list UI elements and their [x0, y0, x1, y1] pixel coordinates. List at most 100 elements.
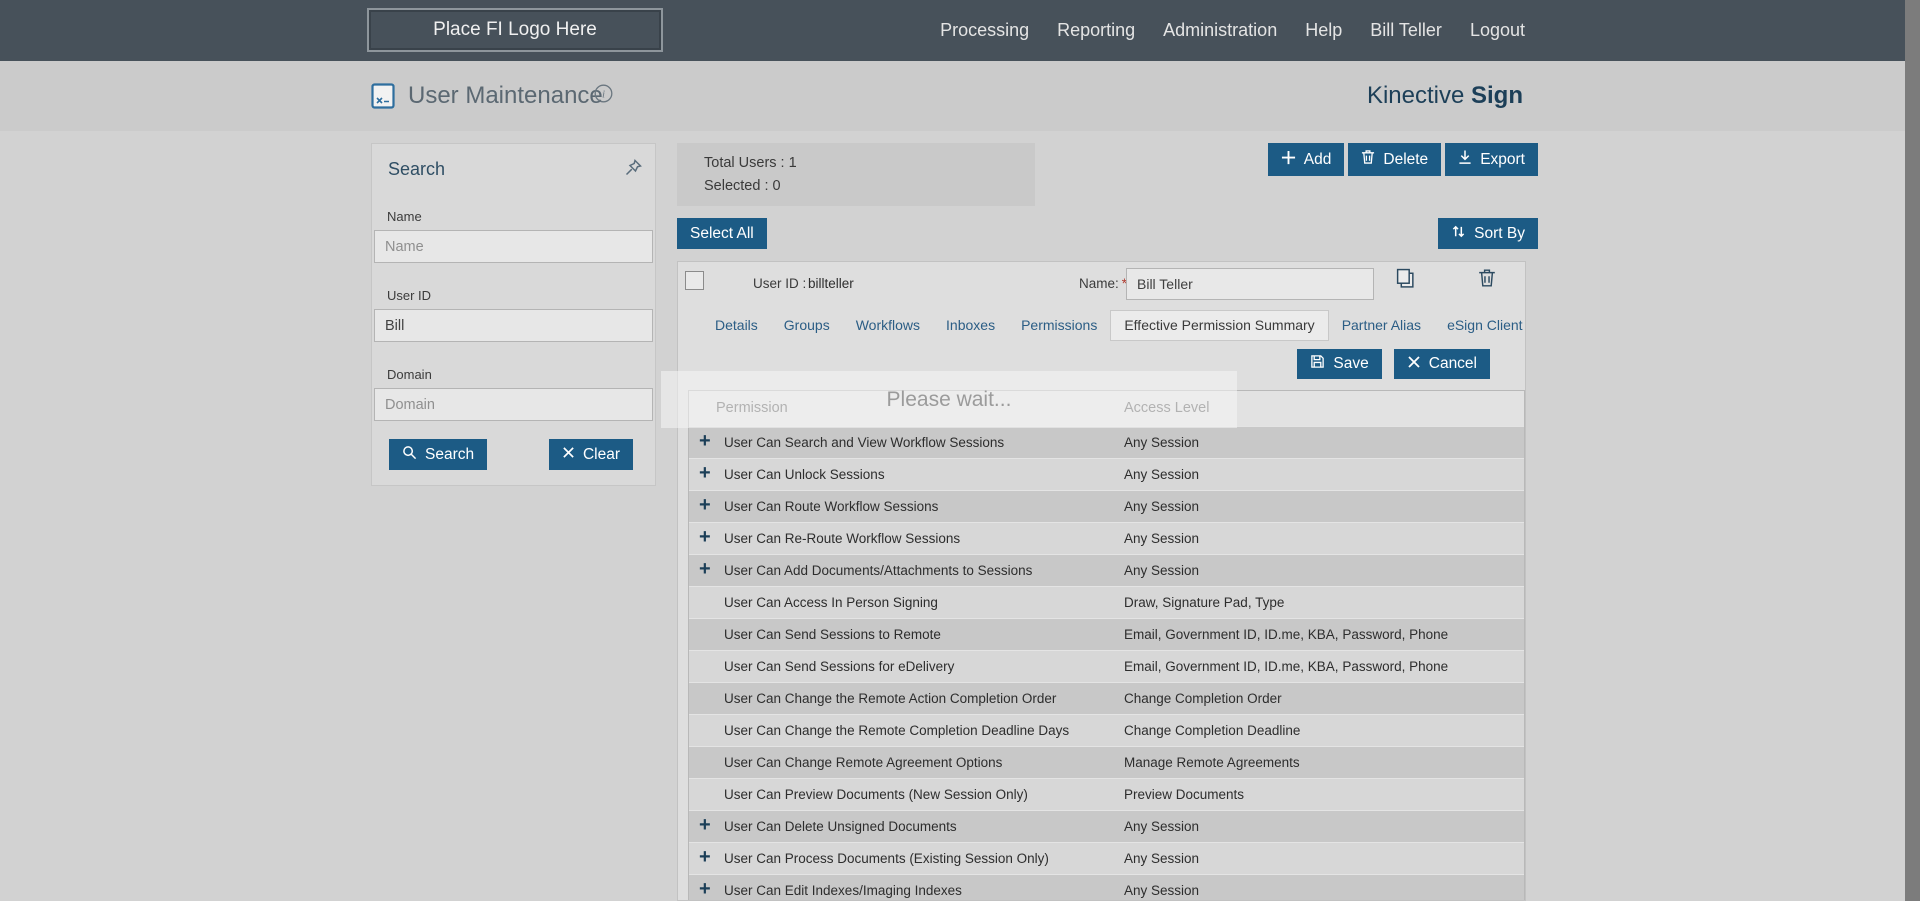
- trash-icon: [1478, 269, 1496, 291]
- save-button[interactable]: Save: [1297, 349, 1382, 379]
- download-icon: [1458, 149, 1472, 170]
- user-row: User ID : billteller Name: *: [678, 262, 1525, 310]
- access-level-cell: Any Session: [1124, 435, 1200, 450]
- nav-item-administration[interactable]: Administration: [1163, 20, 1277, 41]
- nav-item-processing[interactable]: Processing: [940, 20, 1029, 41]
- expand-icon[interactable]: +: [699, 526, 711, 549]
- summary-box: Total Users : 1 Selected : 0: [677, 143, 1035, 206]
- nav-item-logout[interactable]: Logout: [1470, 20, 1525, 41]
- access-level-cell: Change Completion Order: [1124, 691, 1282, 706]
- tab-details[interactable]: Details: [702, 310, 771, 341]
- tab-bar: Details Groups Workflows Inboxes Permissions…: [678, 310, 1525, 341]
- sort-icon: [1451, 224, 1466, 244]
- table-row[interactable]: User Can Access In Person Signing Draw, S…: [689, 586, 1524, 618]
- user-id-field-label: User ID :: [753, 276, 807, 291]
- table-row[interactable]: User Can Send Sessions for eDelivery Emai…: [689, 650, 1524, 682]
- table-row[interactable]: User Can Change the Remote Action Comple…: [689, 682, 1524, 714]
- search-icon: [402, 445, 417, 465]
- copy-user-button[interactable]: [1396, 268, 1415, 292]
- permission-cell: User Can Change the Remote Completion De…: [724, 723, 1070, 738]
- tab-workflows[interactable]: Workflows: [843, 310, 933, 341]
- topbar: Place FI Logo Here Processing Reporting Ad…: [0, 0, 1905, 61]
- access-level-cell: Email, Government ID, ID.me, KBA, Passwo…: [1124, 659, 1449, 674]
- table-row[interactable]: + User Can Re-Route Workflow Sessions Any …: [689, 522, 1524, 554]
- fi-logo-text: Place FI Logo Here: [433, 19, 597, 40]
- expand-icon[interactable]: +: [699, 430, 711, 453]
- permission-cell: User Can Send Sessions for eDelivery: [724, 659, 955, 674]
- expand-icon[interactable]: +: [699, 814, 711, 837]
- export-button[interactable]: Export: [1445, 143, 1538, 176]
- permission-cell: User Can Process Documents (Existing Ses…: [724, 851, 1049, 866]
- table-row[interactable]: User Can Preview Documents (New Session …: [689, 778, 1524, 810]
- topbar-nav: Processing Reporting Administration Help Bil…: [940, 0, 1525, 61]
- tab-groups[interactable]: Groups: [771, 310, 843, 341]
- nav-item-bill-teller[interactable]: Bill Teller: [1370, 20, 1442, 41]
- card-actions: Save Cancel: [1297, 349, 1490, 379]
- cancel-button[interactable]: Cancel: [1393, 349, 1490, 379]
- table-row[interactable]: + User Can Edit Indexes/Imaging Indexes An…: [689, 874, 1524, 900]
- nav-item-help[interactable]: Help: [1305, 20, 1342, 41]
- permission-cell: User Can Add Documents/Attachments to Se…: [724, 563, 1033, 578]
- permission-cell: User Can Route Workflow Sessions: [724, 499, 939, 514]
- permission-cell: User Can Search and View Workflow Sessio…: [724, 435, 1005, 450]
- permission-cell: User Can Unlock Sessions: [724, 467, 885, 482]
- sort-by-button[interactable]: Sort By: [1438, 218, 1538, 249]
- select-all-button[interactable]: Select All: [677, 218, 767, 249]
- nav-item-reporting[interactable]: Reporting: [1057, 20, 1135, 41]
- table-row[interactable]: + User Can Route Workflow Sessions Any Ses…: [689, 490, 1524, 522]
- tab-inboxes[interactable]: Inboxes: [933, 310, 1008, 341]
- access-level-cell: Any Session: [1124, 563, 1200, 578]
- user-id-value: billteller: [808, 276, 854, 291]
- name-input[interactable]: [374, 230, 653, 263]
- selected-text: Selected : 0: [704, 178, 781, 194]
- expand-icon[interactable]: +: [699, 558, 711, 581]
- access-level-cell: Any Session: [1124, 851, 1200, 866]
- tab-permissions[interactable]: Permissions: [1008, 310, 1110, 341]
- expand-icon[interactable]: +: [699, 846, 711, 869]
- pin-icon[interactable]: [625, 159, 642, 181]
- user-checkbox[interactable]: [685, 271, 704, 290]
- access-level-cell: Any Session: [1124, 819, 1200, 834]
- permission-cell: User Can Delete Unsigned Documents: [724, 819, 957, 834]
- expand-icon[interactable]: +: [699, 878, 711, 900]
- clear-button[interactable]: Clear: [548, 439, 633, 470]
- permission-cell: User Can Send Sessions to Remote: [724, 627, 941, 642]
- search-panel-title: Search: [388, 159, 446, 179]
- table-row[interactable]: + User Can Process Documents (Existing Se…: [689, 842, 1524, 874]
- user-maintenance-icon: [371, 83, 395, 114]
- table-row[interactable]: User Can Change Remote Agreement Options…: [689, 746, 1524, 778]
- table-row[interactable]: + User Can Add Documents/Attachments to S…: [689, 554, 1524, 586]
- table-row[interactable]: + User Can Unlock Sessions Any Session: [689, 458, 1524, 490]
- access-level-cell: Any Session: [1124, 883, 1200, 898]
- table-row[interactable]: + User Can Delete Unsigned Documents Any S…: [689, 810, 1524, 842]
- permission-cell: User Can Change Remote Agreement Options: [724, 755, 1003, 770]
- permission-cell: User Can Preview Documents (New Session …: [724, 787, 1028, 802]
- table-row[interactable]: User Can Send Sessions to Remote Email, G…: [689, 618, 1524, 650]
- x-icon: [1407, 355, 1421, 374]
- info-icon[interactable]: i: [594, 84, 613, 108]
- tab-effective-permission-summary[interactable]: Effective Permission Summary: [1110, 310, 1329, 341]
- fi-logo: Place FI Logo Here: [367, 8, 663, 52]
- user-id-input[interactable]: [374, 309, 653, 342]
- tab-partner-alias[interactable]: Partner Alias: [1329, 310, 1434, 341]
- delete-button[interactable]: Delete: [1348, 143, 1442, 176]
- table-row[interactable]: User Can Change the Remote Completion De…: [689, 714, 1524, 746]
- access-level-cell: Draw, Signature Pad, Type: [1124, 595, 1285, 610]
- please-wait-text: Please wait...: [886, 387, 1012, 411]
- domain-input[interactable]: [374, 388, 653, 421]
- add-button[interactable]: Add: [1267, 143, 1345, 176]
- domain-label: Domain: [387, 367, 432, 382]
- access-level-cell: Email, Government ID, ID.me, KBA, Passwo…: [1124, 627, 1449, 642]
- page-title: User Maintenance: [408, 82, 603, 109]
- search-button[interactable]: Search: [389, 439, 488, 470]
- svg-text:i: i: [602, 89, 605, 101]
- brand-logo: Kinective Sign: [1367, 82, 1523, 110]
- tab-esign-client[interactable]: eSign Client: [1434, 310, 1536, 341]
- table-row[interactable]: + User Can Search and View Workflow Sessi…: [689, 426, 1524, 458]
- plus-icon: [1281, 150, 1296, 170]
- permissions-table: Permission Access Level +User Can Search…: [688, 390, 1525, 900]
- user-name-input[interactable]: [1126, 268, 1374, 300]
- expand-icon[interactable]: +: [699, 462, 711, 485]
- delete-user-button[interactable]: [1478, 268, 1496, 291]
- expand-icon[interactable]: +: [699, 494, 711, 517]
